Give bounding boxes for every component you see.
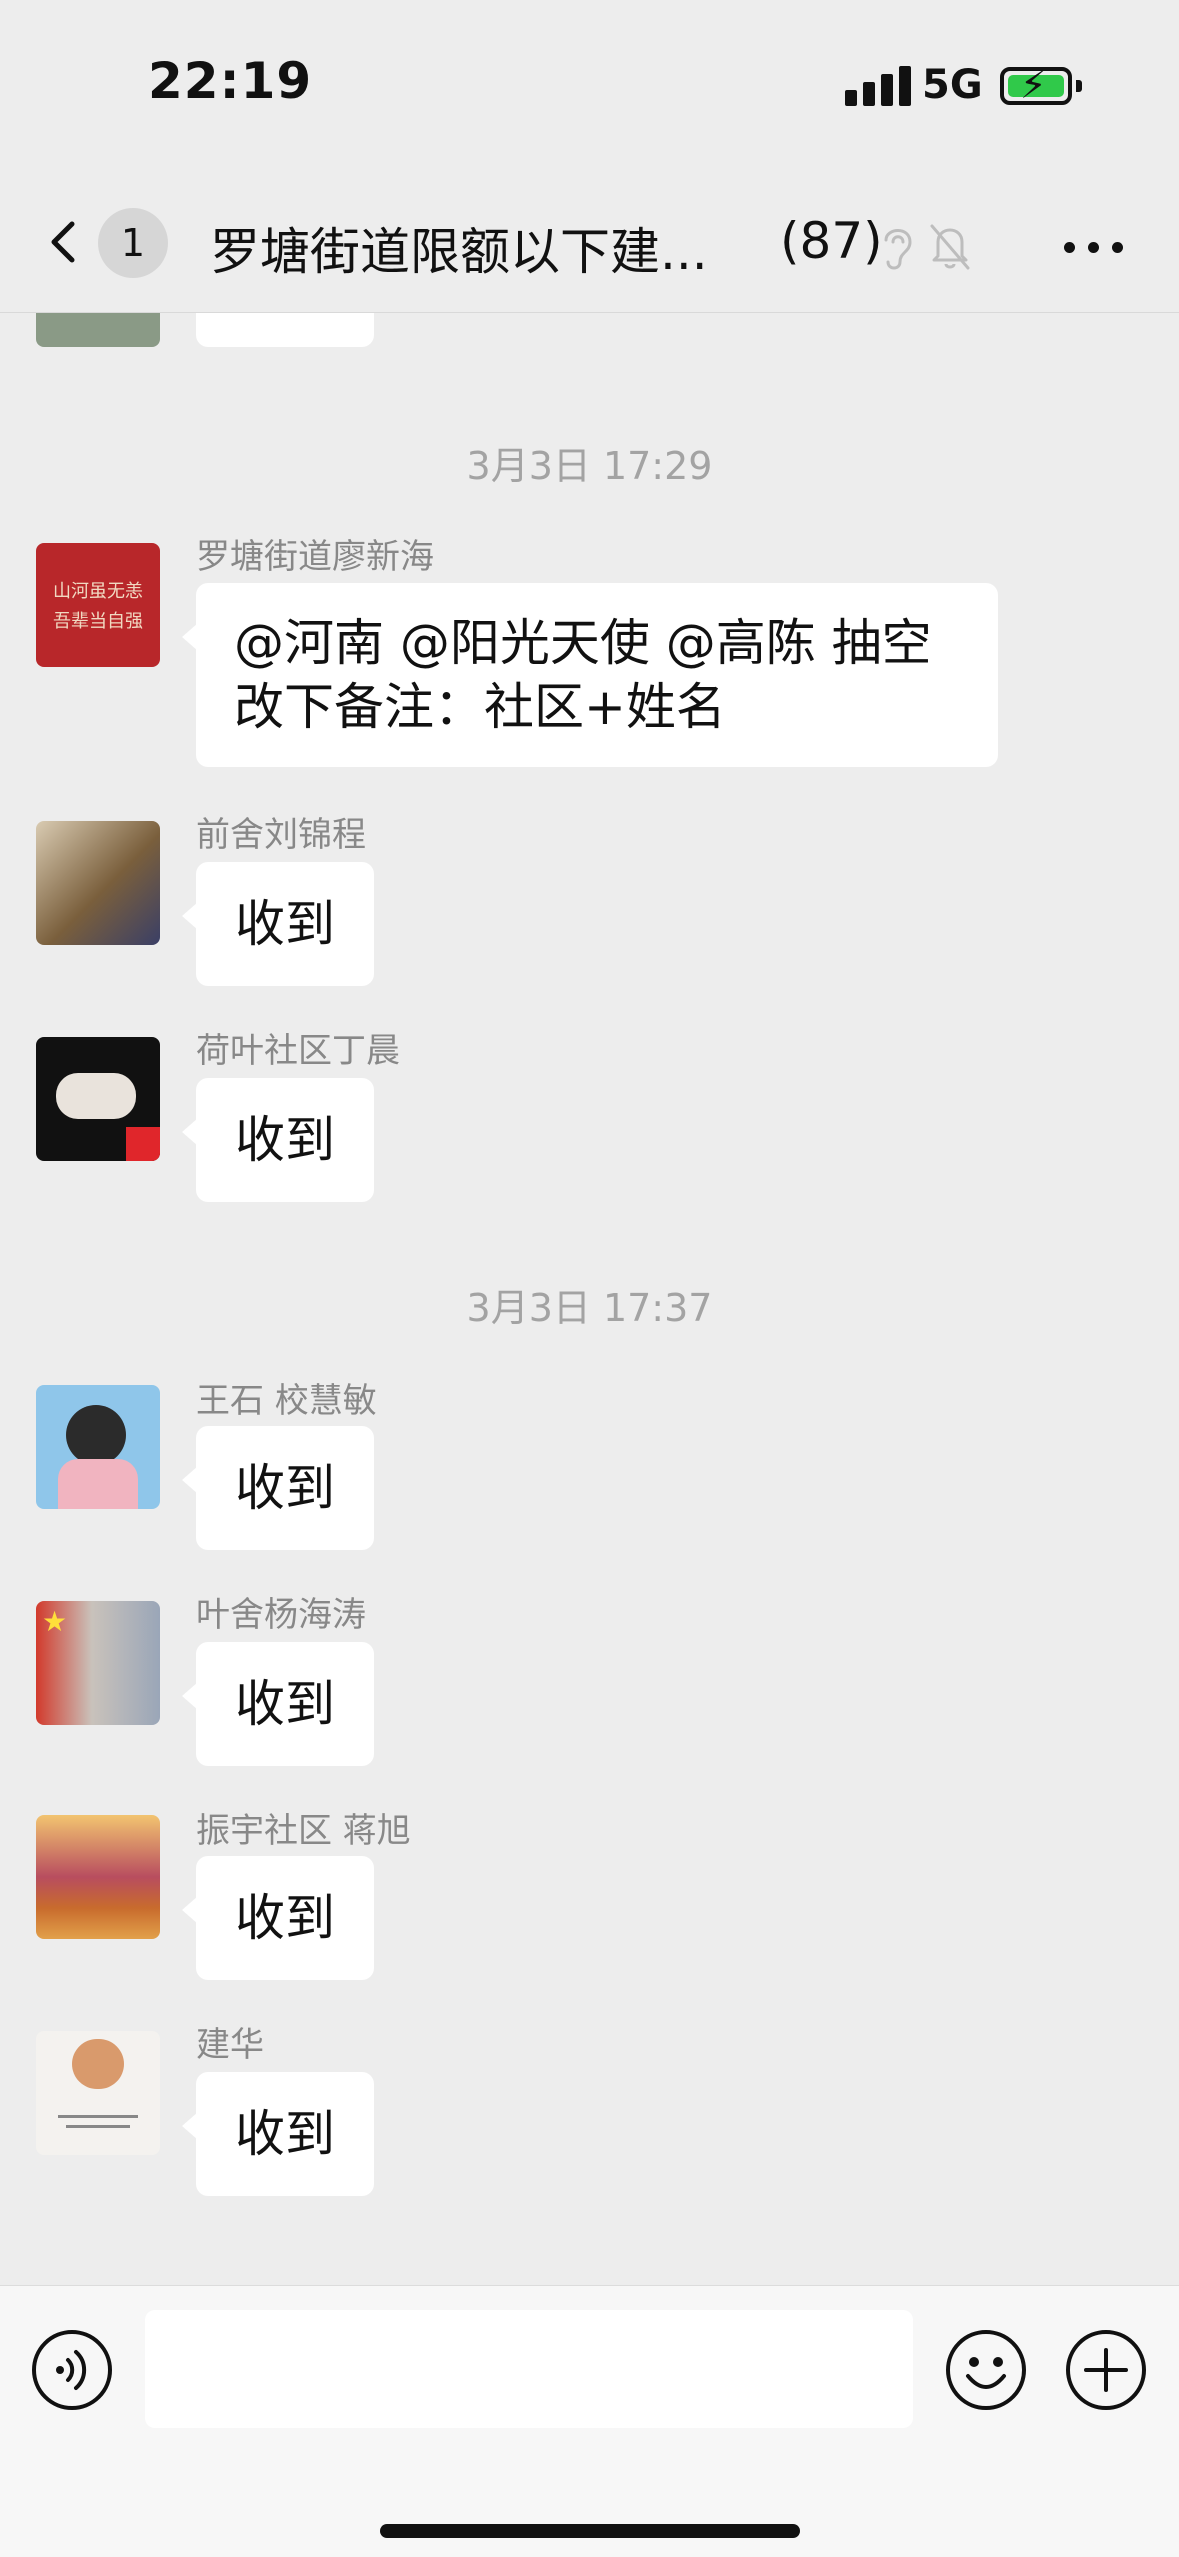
sender-name: 罗塘街道廖新海 [196, 537, 434, 577]
sender-name: 建华 [196, 2025, 264, 2065]
message-input[interactable] [145, 2310, 913, 2428]
sender-name: 叶舍杨海涛 [196, 1595, 366, 1635]
avatar-caption: 山河虽无恙 [53, 581, 143, 602]
message-text: @河南 @阳光天使 @高陈 抽空 [234, 614, 932, 672]
sender-name: 荷叶社区丁晨 [196, 1031, 400, 1071]
home-indicator [380, 2524, 800, 2538]
chat-title[interactable]: 罗塘街道限额以下建... [210, 212, 708, 284]
message-timestamp: 3月3日 17:29 [466, 444, 713, 488]
message-bubble[interactable]: @河南 @阳光天使 @高陈 抽空 改下备注：社区+姓名 [182, 583, 998, 767]
ear-icon [884, 229, 912, 270]
avatar[interactable] [36, 1385, 160, 1509]
message-bubble[interactable]: 收到 [182, 862, 374, 986]
bell-muted-icon [930, 224, 970, 270]
chat-header: 1 罗塘街道限额以下建... (87) [0, 170, 1179, 313]
message-bubble[interactable]: 收到 [196, 313, 374, 347]
plus-icon[interactable] [1064, 2328, 1148, 2412]
status-bar: 22:19 5G ⚡ [0, 0, 1179, 170]
voice-icon[interactable] [30, 2328, 114, 2412]
emoji-icon[interactable] [944, 2328, 1028, 2412]
battery-icon: ⚡ [1000, 66, 1082, 105]
avatar[interactable]: 山河虽无恙 吾辈当自强 [36, 543, 160, 667]
sender-name: 前舍刘锦程 [196, 815, 366, 855]
message-bubble[interactable]: 收到 [182, 1642, 374, 1766]
more-icon[interactable] [1064, 242, 1124, 254]
sender-name: 振宇社区 蒋旭 [196, 1811, 411, 1851]
member-count: (87) [780, 212, 883, 270]
signal-icon [845, 60, 925, 106]
chevron-left-icon[interactable] [40, 218, 88, 266]
avatar[interactable] [36, 2031, 160, 2155]
network-label: 5G [922, 62, 983, 108]
status-time: 22:19 [148, 52, 313, 110]
avatar-caption: 吾辈当自强 [53, 611, 143, 632]
avatar[interactable] [36, 821, 160, 945]
message-timestamp: 3月3日 17:37 [466, 1286, 713, 1330]
avatar[interactable] [36, 313, 160, 347]
unread-badge[interactable]: 1 [98, 208, 168, 278]
message-bubble[interactable]: 收到 [182, 1856, 374, 1980]
message-bubble[interactable]: 收到 [182, 2072, 374, 2196]
message-bubble[interactable]: 收到 [182, 1078, 374, 1202]
message-text: 改下备注：社区+姓名 [234, 678, 726, 736]
avatar[interactable] [36, 1815, 160, 1939]
avatar[interactable]: ★ [36, 1601, 160, 1725]
sender-name: 王石 校慧敏 [196, 1381, 377, 1421]
avatar[interactable] [36, 1037, 160, 1161]
message-bubble[interactable]: 收到 [182, 1426, 374, 1550]
input-bar [0, 2285, 1179, 2557]
chat-messages[interactable]: 收到 3月3日 17:29 山河虽无恙 吾辈当自强 罗塘街道廖新海 @河南 @阳… [0, 313, 1179, 2285]
